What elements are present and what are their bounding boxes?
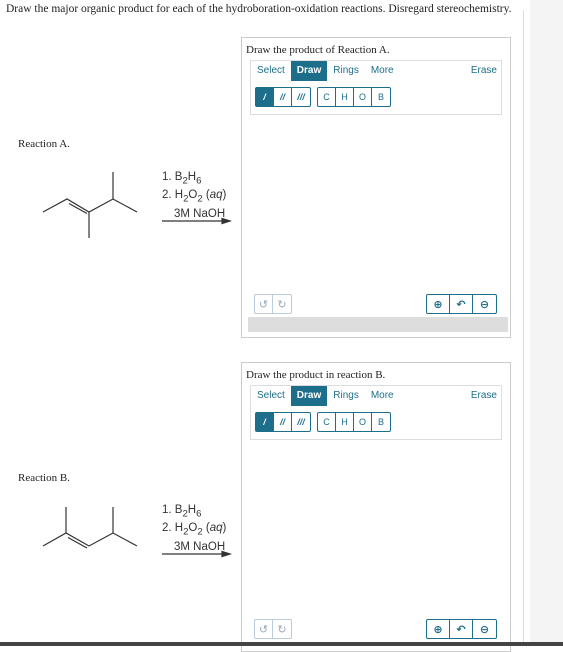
bottom-bar (0, 642, 563, 646)
reaction-b-reagents: 1. B2H6 2. H2O2 (aq) 3M NaOH (162, 504, 227, 553)
tab-rings[interactable]: Rings (327, 61, 365, 81)
reset-zoom-icon[interactable]: ↶ (450, 295, 473, 313)
tab-rings[interactable]: Rings (327, 386, 365, 406)
erase-button[interactable]: Erase (465, 386, 501, 406)
atom-h-button[interactable]: H (336, 88, 354, 106)
tab-draw[interactable]: Draw (290, 61, 328, 81)
atom-o-button[interactable]: O (354, 413, 372, 431)
double-bond-button[interactable]: // (274, 88, 292, 106)
undo-icon[interactable]: ↺ (255, 620, 273, 638)
reaction-b-label: Reaction B. (18, 472, 70, 484)
reset-zoom-icon[interactable]: ↶ (450, 620, 473, 638)
scrollbar-track[interactable] (530, 0, 563, 646)
redo-icon[interactable]: ↻ (273, 295, 291, 313)
double-bond-button[interactable]: // (274, 413, 292, 431)
tab-select[interactable]: Select (251, 386, 291, 406)
zoom-out-icon[interactable]: ⊖ (473, 620, 496, 638)
toolbar-b: Select Draw Rings More Erase / // /// C … (250, 385, 502, 440)
erase-button[interactable]: Erase (465, 61, 501, 81)
atom-h-button[interactable]: H (336, 413, 354, 431)
status-bar (248, 317, 508, 332)
triple-bond-button[interactable]: /// (292, 88, 310, 106)
toolbar-a: Select Draw Rings More Erase / // /// C … (250, 60, 502, 115)
triple-bond-button[interactable]: /// (292, 413, 310, 431)
panel-b-title: Draw the product in reaction B. (246, 369, 386, 381)
reaction-a-reagents: 1. B2H6 2. H2O2 (aq) 3M NaOH (162, 171, 227, 220)
atom-b-button[interactable]: B (372, 413, 390, 431)
panel-a-title: Draw the product of Reaction A. (246, 44, 390, 56)
single-bond-button[interactable]: / (256, 413, 274, 431)
divider (523, 10, 524, 646)
sketcher-a[interactable]: Draw the product of Reaction A. Select D… (241, 37, 511, 338)
tab-draw[interactable]: Draw (290, 386, 328, 406)
tab-more[interactable]: More (365, 61, 400, 81)
redo-icon[interactable]: ↻ (273, 620, 291, 638)
atom-c-button[interactable]: C (318, 413, 336, 431)
atom-b-button[interactable]: B (372, 88, 390, 106)
tab-more[interactable]: More (365, 386, 400, 406)
undo-icon[interactable]: ↺ (255, 295, 273, 313)
zoom-in-icon[interactable]: ⊕ (427, 295, 450, 313)
atom-c-button[interactable]: C (318, 88, 336, 106)
tab-select[interactable]: Select (251, 61, 291, 81)
zoom-out-icon[interactable]: ⊖ (473, 295, 496, 313)
atom-o-button[interactable]: O (354, 88, 372, 106)
zoom-in-icon[interactable]: ⊕ (427, 620, 450, 638)
sketcher-b[interactable]: Draw the product in reaction B. Select D… (241, 362, 511, 652)
single-bond-button[interactable]: / (256, 88, 274, 106)
